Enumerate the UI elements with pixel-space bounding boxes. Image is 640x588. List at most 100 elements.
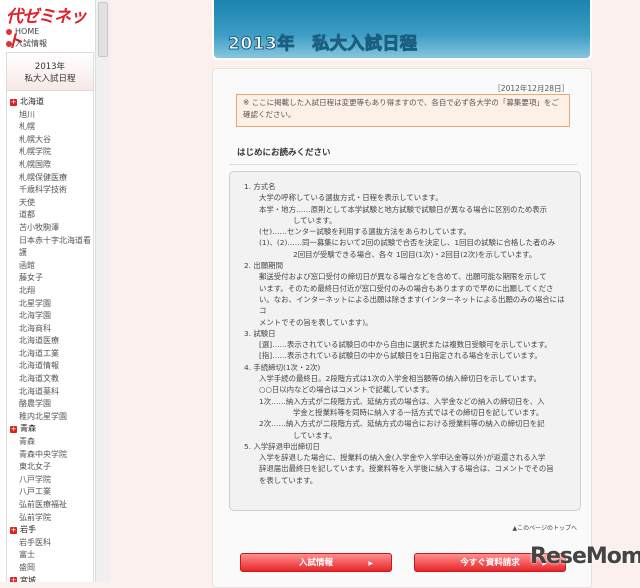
- guide-line: 入学手続の最終日。2段階方式は1次の入学金相当額等の納入締切日を示しています。: [259, 374, 541, 384]
- university-item[interactable]: 弘前学院: [7, 512, 93, 525]
- university-list-box: 2013年 私大入試日程 + 北海道 旭川 札幌 札幌大谷 札幌学院 札幌国際 札幌保健医療 千歳…: [6, 52, 94, 582]
- list-title-year: 2013年: [34, 62, 66, 72]
- item-label: 北海道文教: [19, 374, 59, 384]
- guide-line: を表しています。: [259, 475, 318, 485]
- university-item[interactable]: 北星学園: [7, 298, 93, 311]
- university-item[interactable]: 青森中央学院: [7, 449, 93, 462]
- item-label: 函館: [19, 260, 35, 270]
- item-label: 岩手: [20, 525, 36, 535]
- university-item[interactable]: 北海商科: [7, 323, 93, 336]
- expand-plus-icon[interactable]: +: [10, 426, 17, 434]
- expand-plus-icon[interactable]: +: [10, 577, 17, 582]
- prefecture-item[interactable]: + 岩手: [7, 524, 93, 537]
- university-item[interactable]: 北海道文教: [7, 373, 93, 386]
- item-label: 札幌国際: [19, 159, 51, 169]
- university-item[interactable]: 札幌大谷: [7, 134, 93, 147]
- guide-line: います。そのため最終日付近が窓口受付のみの場合もありますので早めに出願してくださ: [259, 283, 554, 293]
- university-item[interactable]: 千歳科学技術: [7, 184, 93, 197]
- item-label: 北海学園: [19, 311, 51, 321]
- bullet-icon: [6, 40, 12, 47]
- item-label: 青森: [19, 437, 35, 447]
- prefecture-item[interactable]: + 青森: [7, 423, 93, 436]
- divider: [229, 164, 577, 165]
- guide-line: 本学・地方……原則として本学試験と地方試験で試験日が異なる場合に区別のため表示: [259, 204, 548, 214]
- guide-line: 4. 手続締切(1次・2次): [244, 362, 321, 372]
- guide-line: [選]……表示されている試験日の中から自由に選択または複数日受験可を示しています…: [259, 340, 552, 350]
- item-label: 天使: [19, 197, 35, 207]
- guide-line: 1次……納入方式が二段階方式、延納方式の場合は、入学金などの納入の締切日を、入: [259, 396, 545, 406]
- item-label: 弘前学院: [19, 512, 51, 522]
- guide-line: 2. 出願期間: [244, 261, 283, 271]
- item-label: 札幌保健医療: [19, 172, 67, 182]
- university-item[interactable]: 札幌学院: [7, 146, 93, 159]
- home-link-label: HOME: [15, 27, 40, 36]
- list-title-text: 私大入試日程: [24, 74, 76, 84]
- guide-line: 5. 入学辞退申出締切日: [244, 441, 320, 451]
- university-item[interactable]: 札幌保健医療: [7, 172, 93, 185]
- university-item[interactable]: 北海学園: [7, 310, 93, 323]
- university-item[interactable]: 護: [7, 247, 93, 260]
- university-item[interactable]: 盛岡: [7, 562, 93, 575]
- university-item[interactable]: 富士: [7, 549, 93, 562]
- guide-box: 1. 方式名 大学の呼称している選抜方式・日程を表示しています。 本学・地方……原則…: [229, 171, 581, 511]
- item-label: 稚内北星学園: [19, 411, 67, 421]
- university-item[interactable]: 北海道医療: [7, 335, 93, 348]
- sidebar: 代ゼミネット HOME 入試情報 2013年 私大入試日程 + 北海道 旭川 札幌 札幌大…: [0, 0, 95, 582]
- university-item[interactable]: 苫小牧駒澤: [7, 222, 93, 235]
- item-label: 護: [19, 248, 27, 258]
- exam-info-button[interactable]: 入試情報 ▶: [240, 553, 392, 572]
- item-label: 盛岡: [19, 562, 35, 572]
- item-label: 八戸学院: [19, 474, 51, 484]
- university-item[interactable]: 札幌: [7, 121, 93, 134]
- home-link[interactable]: HOME: [6, 27, 39, 36]
- watermark-logo: ReseMom: [530, 544, 640, 569]
- university-item[interactable]: 北海道工業: [7, 348, 93, 361]
- item-label: 酪農学園: [19, 399, 51, 409]
- guide-line: (セ)……センター試験を利用する選抜方法をあらわしています。: [259, 227, 471, 237]
- page-banner: 2013年 私大入試日程: [214, 0, 590, 58]
- guide-line: 2回目が受験できる場合、各々 1回目(1次)・2回目(2次)を示しています。: [293, 249, 537, 259]
- guide-line: 入学を辞退した場合に、授業料の納入金(入学金や入学申込金等以外)が返還される入学: [259, 453, 546, 463]
- university-item[interactable]: 道都: [7, 209, 93, 222]
- list-title: 2013年私大入試日程: [7, 53, 93, 91]
- item-label: 北海道情報: [19, 361, 59, 371]
- university-item[interactable]: 八戸工業: [7, 486, 93, 499]
- university-item[interactable]: 函館: [7, 260, 93, 273]
- university-item[interactable]: 旭川: [7, 109, 93, 122]
- university-item[interactable]: 日本赤十字北海道看: [7, 235, 93, 248]
- university-item[interactable]: 岩手医科: [7, 537, 93, 550]
- item-label: 北海道医療: [19, 336, 59, 346]
- university-item[interactable]: 酪農学園: [7, 398, 93, 411]
- expand-plus-icon[interactable]: +: [10, 98, 17, 106]
- university-item[interactable]: 東北女子: [7, 461, 93, 474]
- exam-info-link[interactable]: 入試情報: [6, 38, 47, 49]
- expand-plus-icon[interactable]: +: [10, 526, 17, 534]
- university-item[interactable]: 天使: [7, 197, 93, 210]
- exam-info-link-label: 入試情報: [15, 39, 47, 48]
- scrollbar[interactable]: [95, 0, 110, 582]
- item-label: 富士: [19, 550, 35, 560]
- university-item[interactable]: 北翔: [7, 285, 93, 298]
- guide-line: (1)、(2)……同一募集において2回の試験で合否を決定し、1回目の試験に合格し…: [259, 238, 556, 248]
- bullet-icon: [6, 28, 12, 35]
- item-label: 北海道: [20, 97, 44, 106]
- guide-line: 1. 方式名: [244, 182, 276, 191]
- university-item[interactable]: 八戸学院: [7, 474, 93, 487]
- prefecture-item[interactable]: + 宮城: [7, 575, 93, 582]
- university-item[interactable]: 藤女子: [7, 272, 93, 285]
- university-item[interactable]: 弘前医療福祉: [7, 499, 93, 512]
- university-list: + 北海道 旭川 札幌 札幌大谷 札幌学院 札幌国際 札幌保健医療 千歳科学技術 天使 道都 苫小牧駒…: [7, 91, 93, 582]
- university-item[interactable]: 稚内北星学園: [7, 411, 93, 424]
- item-label: 北星学園: [19, 298, 51, 308]
- university-item[interactable]: 青森: [7, 436, 93, 449]
- page-title: 2013年 私大入試日程: [227, 34, 418, 55]
- university-item[interactable]: 北海道情報: [7, 360, 93, 373]
- back-to-top-link[interactable]: ▲このページのトップへ: [513, 523, 578, 532]
- university-item[interactable]: 札幌国際: [7, 159, 93, 172]
- prefecture-item[interactable]: + 北海道: [7, 96, 93, 109]
- scrollbar-thumb[interactable]: [98, 2, 108, 57]
- university-item[interactable]: 北海道薬科: [7, 386, 93, 399]
- item-label: 八戸工業: [19, 487, 51, 497]
- item-label: 千歳科学技術: [19, 185, 67, 195]
- item-label: 北海道工業: [19, 348, 59, 358]
